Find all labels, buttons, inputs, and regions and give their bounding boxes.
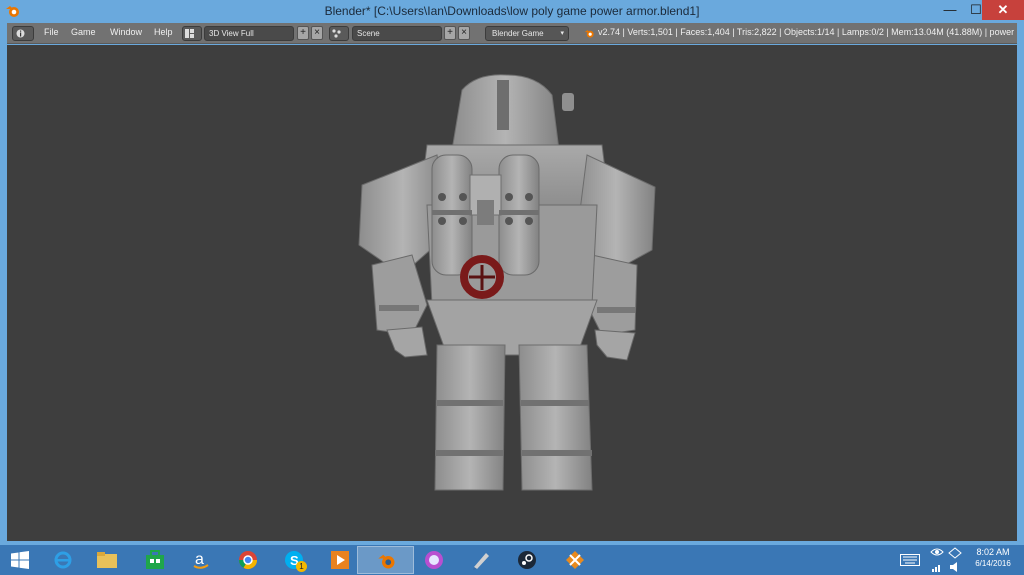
game-icon [566, 551, 584, 569]
remove-layout-button[interactable]: × [311, 26, 323, 40]
editor-type-button[interactable] [12, 26, 34, 41]
add-layout-button[interactable]: + [297, 26, 309, 40]
window-title: Blender* [C:\Users\Ian\Downloads\low pol… [324, 4, 700, 18]
menu-file[interactable]: File [44, 27, 59, 37]
steam-icon [518, 551, 536, 569]
clock-date: 6/14/2016 [975, 559, 1011, 568]
menu-window[interactable]: Window [110, 27, 142, 37]
menu-help[interactable]: Help [154, 27, 173, 37]
taskbar-game[interactable] [546, 546, 603, 574]
power-armor-model [358, 74, 656, 491]
store-icon [146, 550, 164, 569]
layout-icon [185, 29, 194, 38]
scene-statistics: v2.74 | Verts:1,501 | Faces:1,404 | Tris… [598, 27, 1017, 37]
chrome-icon [239, 551, 257, 570]
volume-icon[interactable] [950, 562, 962, 572]
taskbar: a S 1 8:02 AM 6/14/2016 [0, 545, 1024, 575]
render-engine-dropdown[interactable]: Blender Game ▾ [485, 26, 569, 41]
editor-icon [473, 553, 489, 570]
windows-logo-icon [11, 551, 29, 569]
svg-text:a: a [195, 551, 204, 568]
title-bar[interactable]: Blender* [C:\Users\Ian\Downloads\low pol… [0, 0, 1024, 22]
remove-scene-button[interactable]: × [458, 26, 470, 40]
blender-window: Blender* [C:\Users\Ian\Downloads\low pol… [0, 0, 1024, 545]
layout-selector-button[interactable] [182, 26, 202, 41]
skype-badge: 1 [296, 561, 307, 572]
scene-field[interactable]: Scene [352, 26, 442, 41]
scene-icon [332, 29, 341, 38]
3d-viewport[interactable] [7, 45, 1017, 541]
clock-time: 8:02 AM [976, 547, 1010, 557]
internet-explorer-icon [54, 551, 72, 569]
signal-icon[interactable] [932, 562, 942, 572]
eye-icon[interactable] [930, 547, 944, 557]
info-icon [16, 29, 25, 38]
add-scene-button[interactable]: + [444, 26, 456, 40]
render-engine-label: Blender Game [492, 29, 544, 38]
system-clock[interactable]: 8:02 AM 6/14/2016 [965, 547, 1021, 568]
close-button[interactable]: ✕ [982, 0, 1024, 20]
blender-version-icon [584, 30, 594, 38]
amazon-icon: a [193, 551, 209, 569]
info-header: File Game Window Help 3D View Full + × S… [7, 23, 1017, 44]
folder-icon [97, 552, 117, 568]
network-icon[interactable] [948, 547, 962, 559]
screen-layout-field[interactable]: 3D View Full [204, 26, 294, 41]
keyboard-icon[interactable] [900, 554, 920, 566]
menu-game[interactable]: Game [71, 27, 96, 37]
media-player-icon [331, 551, 349, 569]
blender-icon [378, 554, 395, 569]
scene-selector-button[interactable] [329, 26, 349, 41]
minimize-button[interactable]: — [937, 0, 963, 20]
paint-icon [425, 551, 443, 569]
dropdown-arrows-icon: ▾ [560, 30, 564, 37]
